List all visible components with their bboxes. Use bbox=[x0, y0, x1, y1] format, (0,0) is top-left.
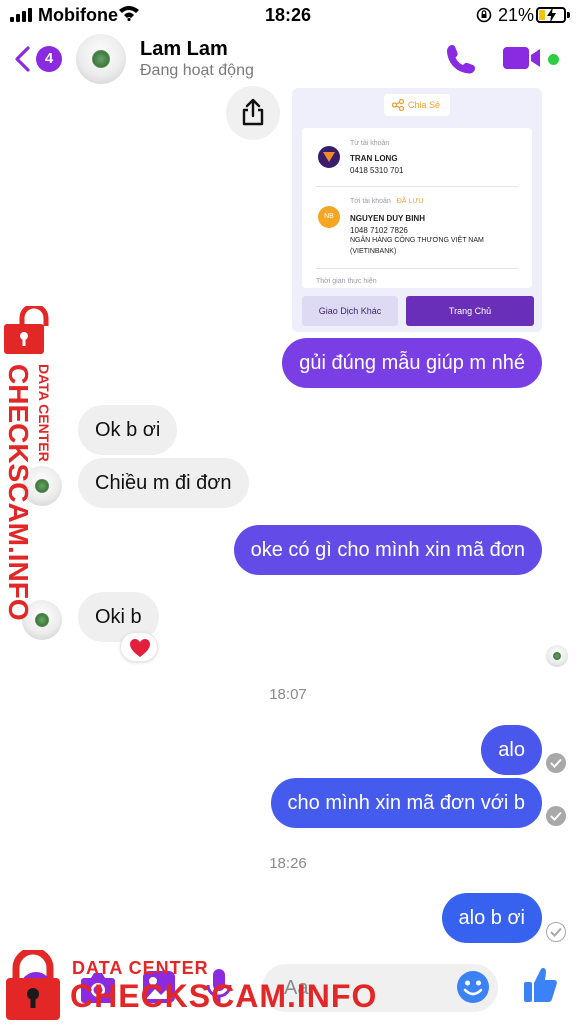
rotation-lock-icon bbox=[476, 7, 492, 23]
chat-header: 4 Lam Lam Đang hoạt động bbox=[0, 30, 576, 90]
message-bubble-out[interactable]: gủi đúng mẫu giúp m nhé bbox=[282, 338, 542, 388]
to-account: 1048 7102 7826 bbox=[350, 226, 408, 235]
to-label-row: Tới tài khoản ĐÃ LƯU bbox=[350, 198, 423, 205]
battery-icon bbox=[536, 7, 566, 23]
video-icon[interactable] bbox=[502, 44, 542, 72]
message-bubble-out[interactable]: oke có gì cho mình xin mã đơn bbox=[233, 525, 542, 575]
sent-check-icon bbox=[546, 806, 566, 826]
time-label: Thời gian thực hiện bbox=[316, 278, 377, 285]
watermark-small: DATA CENTER bbox=[72, 958, 209, 978]
back-chevron-icon bbox=[15, 46, 30, 72]
emoji-icon[interactable] bbox=[456, 970, 490, 1004]
from-account: 0418 5310 701 bbox=[350, 166, 404, 175]
message-bubble-in[interactable]: Ok b ơi bbox=[78, 405, 178, 455]
sent-check-icon bbox=[546, 753, 566, 773]
from-name: TRAN LONG bbox=[350, 154, 398, 163]
share-icon bbox=[242, 98, 264, 126]
home-button: Trang Chủ bbox=[406, 296, 534, 326]
watermark-big-vertical: CHECKSCAM.INFO bbox=[3, 364, 34, 621]
message-bubble-out[interactable]: alo b ơi bbox=[441, 893, 542, 943]
receipt-share-label: Chia Sẻ bbox=[408, 100, 441, 110]
contact-status: Đang hoạt động bbox=[140, 62, 254, 79]
share-button[interactable] bbox=[226, 86, 280, 140]
contact-avatar[interactable] bbox=[76, 34, 126, 84]
bank-short: (VIETINBANK) bbox=[350, 248, 397, 255]
bank-logo bbox=[318, 146, 340, 168]
online-indicator bbox=[548, 54, 559, 65]
phone-icon[interactable] bbox=[444, 42, 478, 76]
receipt-details: Từ tài khoản TRAN LONG 0418 5310 701 Tới… bbox=[302, 128, 532, 288]
lock-icon bbox=[6, 950, 60, 1020]
unread-count-badge: 4 bbox=[36, 46, 62, 72]
message-bubble-out[interactable]: cho mình xin mã đơn với b bbox=[270, 778, 542, 828]
recipient-avatar: NB bbox=[318, 206, 340, 228]
lock-icon bbox=[4, 306, 49, 354]
to-name: NGUYEN DUY BINH bbox=[350, 214, 425, 223]
watermark-big: CHECKSCAM.INFO bbox=[70, 978, 378, 1014]
timestamp-divider: 18:07 bbox=[269, 686, 307, 703]
like-icon[interactable] bbox=[522, 966, 558, 1004]
battery-tip bbox=[567, 12, 570, 18]
shared-receipt-image[interactable]: Chia Sẻ Từ tài khoản TRAN LONG 0418 5310… bbox=[292, 88, 542, 332]
from-label: Từ tài khoản bbox=[350, 140, 390, 147]
message-bubble-out[interactable]: alo bbox=[481, 725, 542, 775]
sent-check-icon bbox=[546, 922, 566, 942]
seen-avatar bbox=[546, 645, 568, 667]
bank-name: NGÂN HÀNG CÔNG THƯƠNG VIỆT NAM bbox=[350, 237, 484, 244]
status-bar: Mobifone 18:26 21% bbox=[0, 0, 576, 30]
heart-icon bbox=[130, 639, 150, 657]
heart-reaction[interactable] bbox=[120, 632, 158, 662]
divider bbox=[316, 186, 518, 187]
back-button[interactable]: 4 bbox=[14, 42, 64, 74]
share-nodes-icon bbox=[392, 99, 404, 111]
receipt-share-chip: Chia Sẻ bbox=[384, 94, 450, 116]
contact-name[interactable]: Lam Lam bbox=[140, 38, 228, 61]
divider bbox=[316, 268, 518, 269]
timestamp-divider: 18:26 bbox=[269, 855, 307, 872]
saved-label: ĐÃ LƯU bbox=[396, 198, 424, 205]
battery-percent: 21% bbox=[498, 5, 535, 25]
message-bubble-in[interactable]: Chiều m đi đơn bbox=[78, 458, 249, 508]
to-label: Tới tài khoản bbox=[350, 198, 391, 205]
watermark-small-vertical: DATA CENTER bbox=[36, 364, 52, 462]
other-transaction-button: Giao Dịch Khác bbox=[302, 296, 398, 326]
